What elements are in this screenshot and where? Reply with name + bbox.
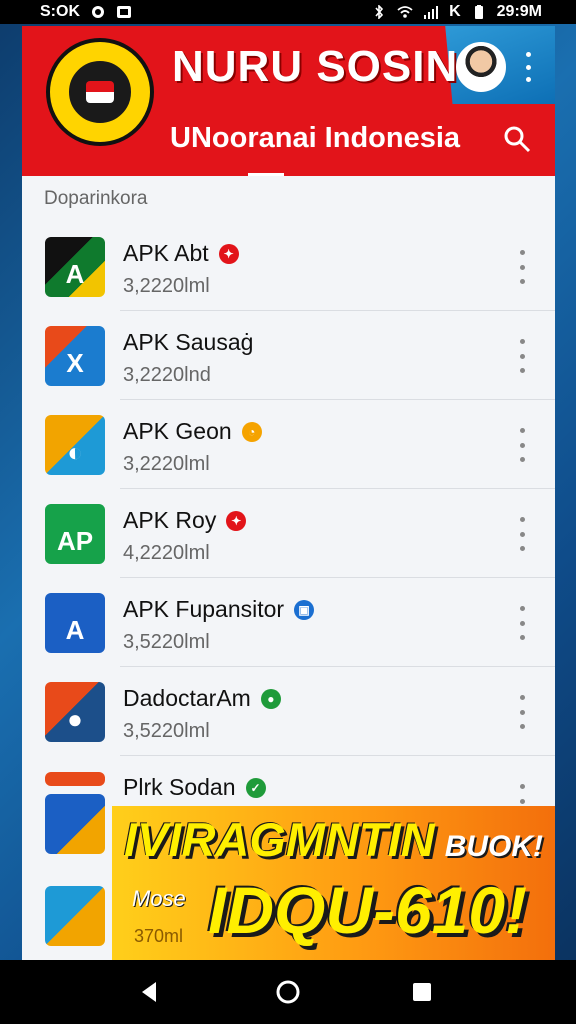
tab-indicator <box>248 173 284 176</box>
banner-line1-small: BUOK! <box>444 830 544 863</box>
status-badge-icon: ✦ <box>218 243 239 264</box>
bluetooth-icon <box>375 5 384 19</box>
app-title: NURU SOSIN <box>172 42 459 91</box>
list-item[interactable]: ◐ APK Geon ◔ 3,2220lml <box>22 400 555 489</box>
banner-size-text: 370ml <box>134 926 184 946</box>
app-name: APK Roy <box>123 507 217 533</box>
status-badge-icon: ● <box>260 688 281 709</box>
app-list: A APK Abt ✦ 3,2220lml X APK Sausaġ 3,2220… <box>22 222 555 845</box>
app-subtitle: UNooranai Indonesia <box>170 122 461 154</box>
header-more-icon[interactable] <box>520 52 536 82</box>
back-triangle-icon[interactable] <box>136 978 164 1006</box>
brand-logo[interactable] <box>46 38 154 146</box>
app-size: 4,2220lml <box>123 542 210 564</box>
status-clock: 29:9M <box>496 3 542 20</box>
navigation-bar <box>0 960 576 1024</box>
list-item[interactable]: X APK Sausaġ 3,2220lnd <box>22 311 555 400</box>
app-icon[interactable] <box>45 886 105 946</box>
status-badge-icon: ◔ <box>241 421 262 442</box>
more-options-icon[interactable] <box>517 517 527 551</box>
app-icon: ◐ <box>45 414 105 475</box>
camera-icon <box>92 6 104 18</box>
more-options-icon[interactable] <box>517 250 527 284</box>
app-icon: X <box>45 325 105 386</box>
app-icon: A <box>45 236 105 297</box>
app-size: 3,2220lml <box>123 275 210 297</box>
app-icon: ● <box>45 681 105 742</box>
app-size: 3,5220lml <box>123 631 210 653</box>
app-name: DadoctarAm <box>123 685 251 711</box>
app-name: APK Abt <box>123 240 209 266</box>
status-left-text: S:OK <box>40 3 80 20</box>
banner-line2-prefix: Mose <box>132 886 186 911</box>
more-options-icon[interactable] <box>517 606 527 640</box>
photo-icon <box>117 6 131 18</box>
app-name: APK Geon <box>123 418 232 444</box>
banner-big-text: IDQU-610! <box>208 873 528 947</box>
status-badge-icon: ▣ <box>294 599 315 620</box>
app-header: NURU SOSIN UNooranai Indonesia <box>22 26 555 176</box>
status-badge-icon: ✦ <box>226 510 247 531</box>
status-bar: S:OK K 29:9M <box>0 0 576 24</box>
app-name: APK Sausaġ <box>123 329 254 355</box>
carrier-label: K <box>449 3 461 20</box>
promo-banner[interactable]: IVIRAGMNTIN BUOK! Mose IDQU-610! 370ml <box>112 806 555 960</box>
section-label: Doparinkora <box>44 188 148 209</box>
list-item[interactable]: A APK Fupansitor ▣ 3,5220lml <box>22 578 555 667</box>
status-badge-icon: ✓ <box>245 777 266 798</box>
battery-icon <box>474 5 483 19</box>
app-name: APK Fupansitor <box>123 596 285 622</box>
app-size: 3,5220lml <box>123 720 210 742</box>
list-item[interactable]: ● DadoctarAm ● 3,5220lml <box>22 667 555 756</box>
wifi-icon <box>397 6 413 18</box>
signal-icon <box>424 6 439 19</box>
home-circle-icon[interactable] <box>274 978 302 1006</box>
logo-emblem-icon <box>65 57 135 127</box>
more-options-icon[interactable] <box>517 695 527 729</box>
search-icon[interactable] <box>502 124 532 154</box>
more-options-icon[interactable] <box>517 428 527 462</box>
app-name: Plrk Sodan <box>123 774 236 800</box>
list-item[interactable]: AP APK Roy ✦ 4,2220lml <box>22 489 555 578</box>
app-icon: A <box>45 592 105 653</box>
app-window: NURU SOSIN UNooranai Indonesia Doparinko… <box>22 26 555 960</box>
avatar[interactable] <box>456 42 506 92</box>
recent-square-icon[interactable] <box>408 978 436 1006</box>
banner-line1: IVIRAGMNTIN <box>124 813 435 866</box>
app-size: 3,2220lnd <box>123 364 211 386</box>
app-size: 3,2220lml <box>123 453 210 475</box>
app-icon <box>45 772 105 786</box>
list-item[interactable]: A APK Abt ✦ 3,2220lml <box>22 222 555 311</box>
app-icon: AP <box>45 503 105 564</box>
more-options-icon[interactable] <box>517 339 527 373</box>
app-icon[interactable] <box>45 794 105 854</box>
banner-headline: IVIRAGMNTIN BUOK! <box>124 812 543 867</box>
